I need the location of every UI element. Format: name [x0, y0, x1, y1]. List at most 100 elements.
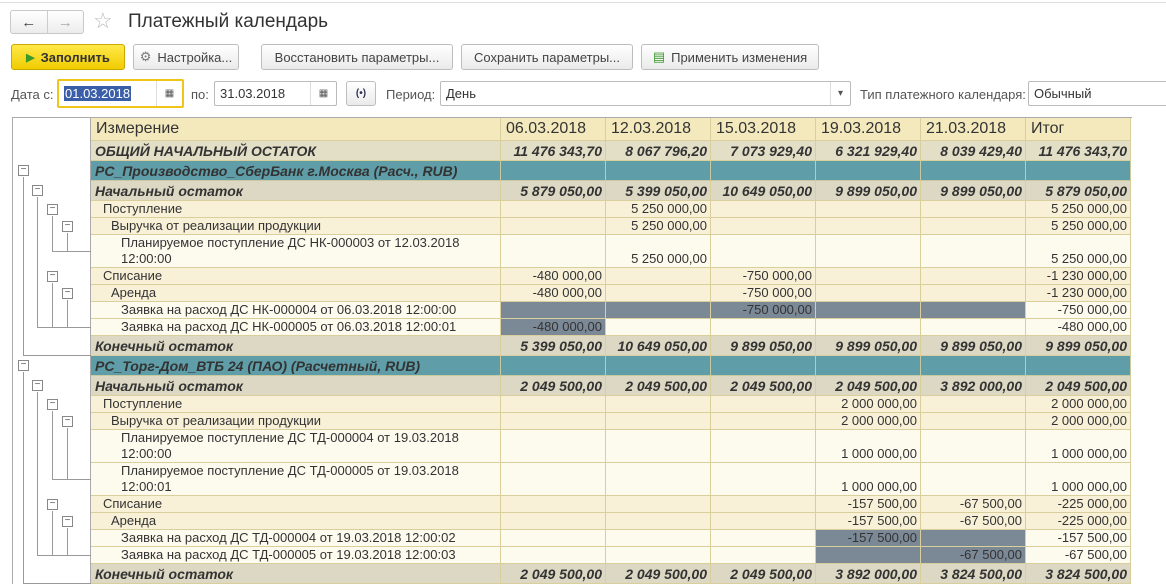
value-cell[interactable]: 5 399 050,00	[501, 336, 606, 356]
value-cell[interactable]	[711, 396, 816, 413]
value-cell[interactable]: -1 230 000,00	[1026, 268, 1131, 285]
table-row[interactable]: Начальный остаток 5 879 050,00 5 399 050,0…	[91, 181, 1132, 201]
value-cell[interactable]	[1026, 161, 1131, 181]
value-cell[interactable]	[921, 430, 1026, 463]
value-cell[interactable]	[816, 319, 921, 336]
column-header[interactable]: Итог	[1026, 118, 1131, 141]
value-cell[interactable]	[606, 530, 711, 547]
value-cell[interactable]	[501, 201, 606, 218]
value-cell[interactable]: 2 049 500,00	[711, 564, 816, 584]
column-header[interactable]: Измерение	[91, 118, 501, 141]
value-cell[interactable]: 5 250 000,00	[1026, 218, 1131, 235]
value-cell[interactable]	[816, 285, 921, 302]
value-cell[interactable]	[816, 218, 921, 235]
table-row[interactable]: Поступление 2 000 000,00 2 000 000,00	[91, 396, 1132, 413]
value-cell[interactable]	[921, 302, 1026, 319]
calendar-icon[interactable]: ▦	[156, 81, 182, 106]
value-cell[interactable]	[816, 201, 921, 218]
value-cell[interactable]	[711, 201, 816, 218]
calendar-type-field[interactable]: Обычный	[1028, 81, 1166, 106]
account-group-row[interactable]: РС_Производство_СберБанк г.Москва (Расч.…	[91, 161, 1132, 181]
column-header[interactable]: 06.03.2018	[501, 118, 606, 141]
forward-arrow-icon[interactable]: →	[46, 11, 84, 33]
value-cell[interactable]	[711, 430, 816, 463]
value-cell[interactable]	[501, 547, 606, 564]
settings-button[interactable]: ⚙ Настройка...	[133, 44, 239, 70]
value-cell[interactable]	[921, 285, 1026, 302]
value-cell[interactable]	[921, 319, 1026, 336]
value-cell[interactable]: -225 000,00	[1026, 513, 1131, 530]
value-cell[interactable]	[501, 463, 606, 496]
value-cell[interactable]	[921, 396, 1026, 413]
value-cell[interactable]: 5 250 000,00	[1026, 235, 1131, 268]
date-from-field[interactable]: 01.03.2018 ▦	[57, 79, 184, 108]
date-to-value[interactable]: 31.03.2018	[215, 86, 310, 101]
value-cell[interactable]: 2 049 500,00	[501, 376, 606, 396]
value-cell[interactable]	[606, 302, 711, 319]
value-cell[interactable]: -67 500,00	[1026, 547, 1131, 564]
value-cell[interactable]	[921, 201, 1026, 218]
value-cell[interactable]	[816, 547, 921, 564]
period-select[interactable]: День ▾	[440, 81, 851, 106]
value-cell[interactable]	[711, 530, 816, 547]
value-cell[interactable]: 1 000 000,00	[1026, 463, 1131, 496]
table-row[interactable]: Заявка на расход ДС ТД-000005 от 19.03.2…	[91, 547, 1132, 564]
date-from-value[interactable]: 01.03.2018	[64, 86, 132, 101]
collapse-minus-icon[interactable]: −	[62, 221, 73, 232]
table-row[interactable]: Начальный остаток 2 049 500,00 2 049 500,0…	[91, 376, 1132, 396]
table-row[interactable]: Планируемое поступление ДС ТД-000004 от …	[91, 430, 1132, 463]
collapse-minus-icon[interactable]: −	[47, 399, 58, 410]
total-row[interactable]: ОБЩИЙ НАЧАЛЬНЫЙ ОСТАТОК 11 476 343,70 8 06…	[91, 141, 1132, 161]
save-parameters-button[interactable]: Сохранить параметры...	[461, 44, 633, 70]
table-row[interactable]: Планируемое поступление ДС НК-000003 от …	[91, 235, 1132, 268]
value-cell[interactable]: 10 649 050,00	[711, 181, 816, 201]
value-cell[interactable]	[711, 319, 816, 336]
value-cell[interactable]	[501, 430, 606, 463]
value-cell[interactable]: 2 000 000,00	[816, 413, 921, 430]
value-cell[interactable]: 2 049 500,00	[816, 376, 921, 396]
value-cell[interactable]: -1 230 000,00	[1026, 285, 1131, 302]
value-cell[interactable]: 2 000 000,00	[1026, 396, 1131, 413]
value-cell[interactable]: -157 500,00	[816, 513, 921, 530]
table-row[interactable]: Заявка на расход ДС ТД-000004 от 19.03.2…	[91, 530, 1132, 547]
value-cell[interactable]: 5 879 050,00	[501, 181, 606, 201]
table-row[interactable]: Конечный остаток 5 399 050,00 10 649 050,0…	[91, 336, 1132, 356]
value-cell[interactable]	[606, 319, 711, 336]
value-cell[interactable]: 2 049 500,00	[711, 376, 816, 396]
value-cell[interactable]	[606, 430, 711, 463]
value-cell[interactable]: 2 000 000,00	[816, 396, 921, 413]
value-cell[interactable]: 9 899 050,00	[711, 336, 816, 356]
value-cell[interactable]: 10 649 050,00	[606, 336, 711, 356]
value-cell[interactable]: 8 039 429,40	[921, 141, 1026, 161]
table-row[interactable]: Выручка от реализации продукции 5 250 000…	[91, 218, 1132, 235]
value-cell[interactable]	[816, 356, 921, 376]
value-cell[interactable]: 2 049 500,00	[1026, 376, 1131, 396]
apply-changes-button[interactable]: ▤ Применить изменения	[641, 44, 819, 70]
value-cell[interactable]: -67 500,00	[921, 547, 1026, 564]
collapse-minus-icon[interactable]: −	[47, 271, 58, 282]
table-row[interactable]: Заявка на расход ДС НК-000005 от 06.03.2…	[91, 319, 1132, 336]
value-cell[interactable]	[711, 496, 816, 513]
value-cell[interactable]	[921, 235, 1026, 268]
value-cell[interactable]: 9 899 050,00	[1026, 336, 1131, 356]
value-cell[interactable]	[921, 161, 1026, 181]
value-cell[interactable]: -750 000,00	[711, 302, 816, 319]
value-cell[interactable]: 1 000 000,00	[816, 430, 921, 463]
value-cell[interactable]	[816, 161, 921, 181]
value-cell[interactable]: 6 321 929,40	[816, 141, 921, 161]
value-cell[interactable]: 2 000 000,00	[1026, 413, 1131, 430]
back-arrow-icon[interactable]: ←	[11, 11, 47, 33]
value-cell[interactable]: -750 000,00	[711, 268, 816, 285]
value-cell[interactable]: -67 500,00	[921, 513, 1026, 530]
table-row[interactable]: Списание -480 000,00 -750 000,00 -1 230 000…	[91, 268, 1132, 285]
calendar-icon[interactable]: ▦	[310, 82, 336, 105]
value-cell[interactable]	[501, 161, 606, 181]
value-cell[interactable]: 9 899 050,00	[921, 336, 1026, 356]
value-cell[interactable]	[1026, 356, 1131, 376]
value-cell[interactable]	[921, 463, 1026, 496]
value-cell[interactable]	[606, 356, 711, 376]
collapse-minus-icon[interactable]: −	[18, 360, 29, 371]
value-cell[interactable]: -480 000,00	[1026, 319, 1131, 336]
favorite-star-icon[interactable]: ☆	[93, 8, 113, 34]
fill-button[interactable]: ▶ Заполнить	[11, 44, 125, 70]
